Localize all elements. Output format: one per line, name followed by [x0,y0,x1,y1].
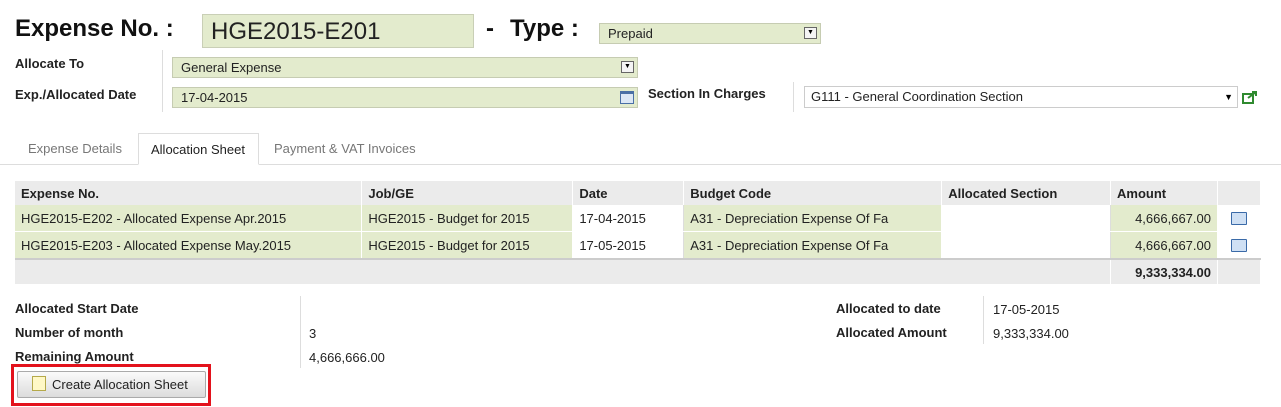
type-select-value: Prepaid [608,26,653,41]
allocated-date-value: 17-04-2015 [181,90,248,105]
section-in-charges-label: Section In Charges [648,86,766,101]
allocated-to-date-value: 17-05-2015 [993,302,1060,317]
header-dash: - [486,15,494,42]
total-amount: 9,333,334.00 [1110,258,1218,285]
cell-date: 17-05-2015 [572,231,685,260]
cell-amount: 4,666,667.00 [1110,205,1218,232]
remaining-amount-value: 4,666,666.00 [309,350,385,365]
cell-amount: 4,666,667.00 [1110,231,1218,260]
summary-divider-right [983,296,984,344]
col-date: Date [572,181,685,205]
cell-allocated-section [941,205,1112,232]
allocated-date-field[interactable]: 17-04-2015 [172,87,638,108]
summary-divider-left [300,296,301,368]
highlight-box [11,364,211,406]
tab-expense-details[interactable]: Expense Details [16,133,134,165]
expense-no-label: Expense No. : [15,15,174,42]
col-budget-code: Budget Code [683,181,943,205]
number-of-month-value: 3 [309,326,317,341]
document-icon[interactable] [1231,212,1248,225]
cell-expense-no: HGE2015-E202 - Allocated Expense Apr.201… [15,205,363,232]
dropdown-arrow-icon[interactable]: ▼ [1224,87,1233,107]
cell-allocated-section [941,231,1112,260]
document-icon[interactable] [1231,239,1248,252]
allocated-amount-value: 9,333,334.00 [993,326,1069,341]
expense-no-field[interactable]: HGE2015-E201 [202,14,474,48]
allocated-date-label: Exp./Allocated Date [15,87,137,102]
calendar-icon[interactable] [620,91,634,104]
allocate-to-value: General Expense [181,60,282,75]
col-expense-no: Expense No. [15,181,363,205]
col-action [1217,181,1262,205]
allocated-amount-label: Allocated Amount [836,325,947,340]
cell-expense-no: HGE2015-E203 - Allocated Expense May.201… [15,231,363,260]
type-label: Type : [510,15,579,42]
form-divider [162,50,163,112]
table-header: Expense No. Job/GE Date Budget Code Allo… [15,181,1262,205]
remaining-amount-label: Remaining Amount [15,349,134,364]
cell-date: 17-04-2015 [572,205,685,232]
table-row[interactable]: HGE2015-E202 - Allocated Expense Apr.201… [15,205,1261,232]
tab-allocation-sheet[interactable]: Allocation Sheet [138,133,259,165]
tab-payment-vat-invoices[interactable]: Payment & VAT Invoices [262,133,428,165]
cell-job: HGE2015 - Budget for 2015 [361,231,574,260]
allocated-to-date-label: Allocated to date [836,301,941,316]
number-of-month-label: Number of month [15,325,124,340]
section-select[interactable]: G111 - General Coordination Section ▼ [804,86,1238,108]
cell-job: HGE2015 - Budget for 2015 [361,205,574,232]
export-icon[interactable] [1242,90,1258,104]
allocated-start-date-label: Allocated Start Date [15,301,139,316]
type-select[interactable]: Prepaid ▼ [599,23,821,44]
dropdown-arrow-icon[interactable]: ▼ [804,27,817,39]
allocate-to-select[interactable]: General Expense ▼ [172,57,638,78]
section-divider [793,82,794,112]
dropdown-arrow-icon[interactable]: ▼ [621,61,634,73]
col-job-ge: Job/GE [361,181,574,205]
table-row[interactable]: HGE2015-E203 - Allocated Expense May.201… [15,231,1261,260]
col-allocated-section: Allocated Section [941,181,1112,205]
allocation-table: Expense No. Job/GE Date Budget Code Allo… [15,181,1262,285]
section-select-value: G111 - General Coordination Section [811,89,1023,104]
cell-budget-code: A31 - Depreciation Expense Of Fa [683,205,943,232]
col-amount: Amount [1110,181,1218,205]
cell-budget-code: A31 - Depreciation Expense Of Fa [683,231,943,260]
table-total-row: 9,333,334.00 [15,258,1262,285]
allocate-to-label: Allocate To [15,56,85,71]
